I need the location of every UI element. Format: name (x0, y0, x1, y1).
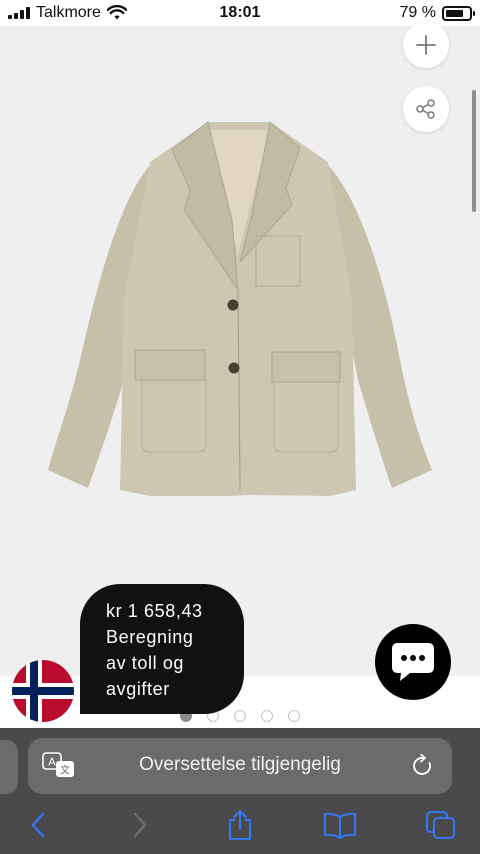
share-page-button[interactable] (223, 808, 257, 842)
bookmarks-button[interactable] (323, 808, 357, 842)
battery-icon (442, 5, 475, 21)
plus-icon (416, 35, 436, 55)
share-button[interactable] (403, 86, 449, 132)
chat-bubble-icon (392, 643, 434, 681)
status-bar: Talkmore 18:01 79 % (0, 0, 480, 26)
price-duty-bubble[interactable]: kr 1 658,43 Beregning av toll og avgifte… (80, 584, 244, 714)
carousel-dot[interactable] (261, 710, 273, 722)
reload-icon (413, 753, 431, 775)
duty-line-2: av toll og (106, 653, 185, 673)
reload-button[interactable] (412, 753, 434, 783)
battery-percent: 79 % (399, 4, 436, 21)
back-icon (31, 812, 45, 838)
tabs-button[interactable] (424, 808, 458, 842)
previous-tab-edge[interactable] (0, 740, 18, 794)
bookmarks-icon (324, 812, 356, 839)
duty-line-3: avgifter (106, 679, 170, 699)
country-flag-button[interactable] (12, 660, 74, 722)
address-bar[interactable]: A 文 Oversettelse tilgjengelig (28, 738, 452, 794)
carousel-dot[interactable] (288, 710, 300, 722)
share-icon (416, 99, 435, 119)
forward-icon (133, 812, 147, 838)
address-text: Oversettelse tilgjengelig (139, 754, 341, 775)
page-scrollbar[interactable] (472, 90, 476, 212)
browser-chrome: A 文 Oversettelse tilgjengelig (0, 728, 480, 854)
forward-button[interactable] (123, 808, 157, 842)
product-image-area[interactable] (0, 22, 480, 676)
price-text: kr 1 658,43 (106, 601, 203, 621)
norway-flag-icon (12, 660, 74, 722)
add-button[interactable] (403, 22, 449, 68)
share-page-icon (229, 810, 251, 840)
duty-line-1: Beregning (106, 627, 194, 647)
carousel-dot[interactable] (234, 710, 246, 722)
chat-button[interactable] (375, 624, 451, 700)
back-button[interactable] (21, 808, 55, 842)
tabs-icon (426, 811, 455, 839)
battery-group: 79 % (399, 4, 475, 22)
